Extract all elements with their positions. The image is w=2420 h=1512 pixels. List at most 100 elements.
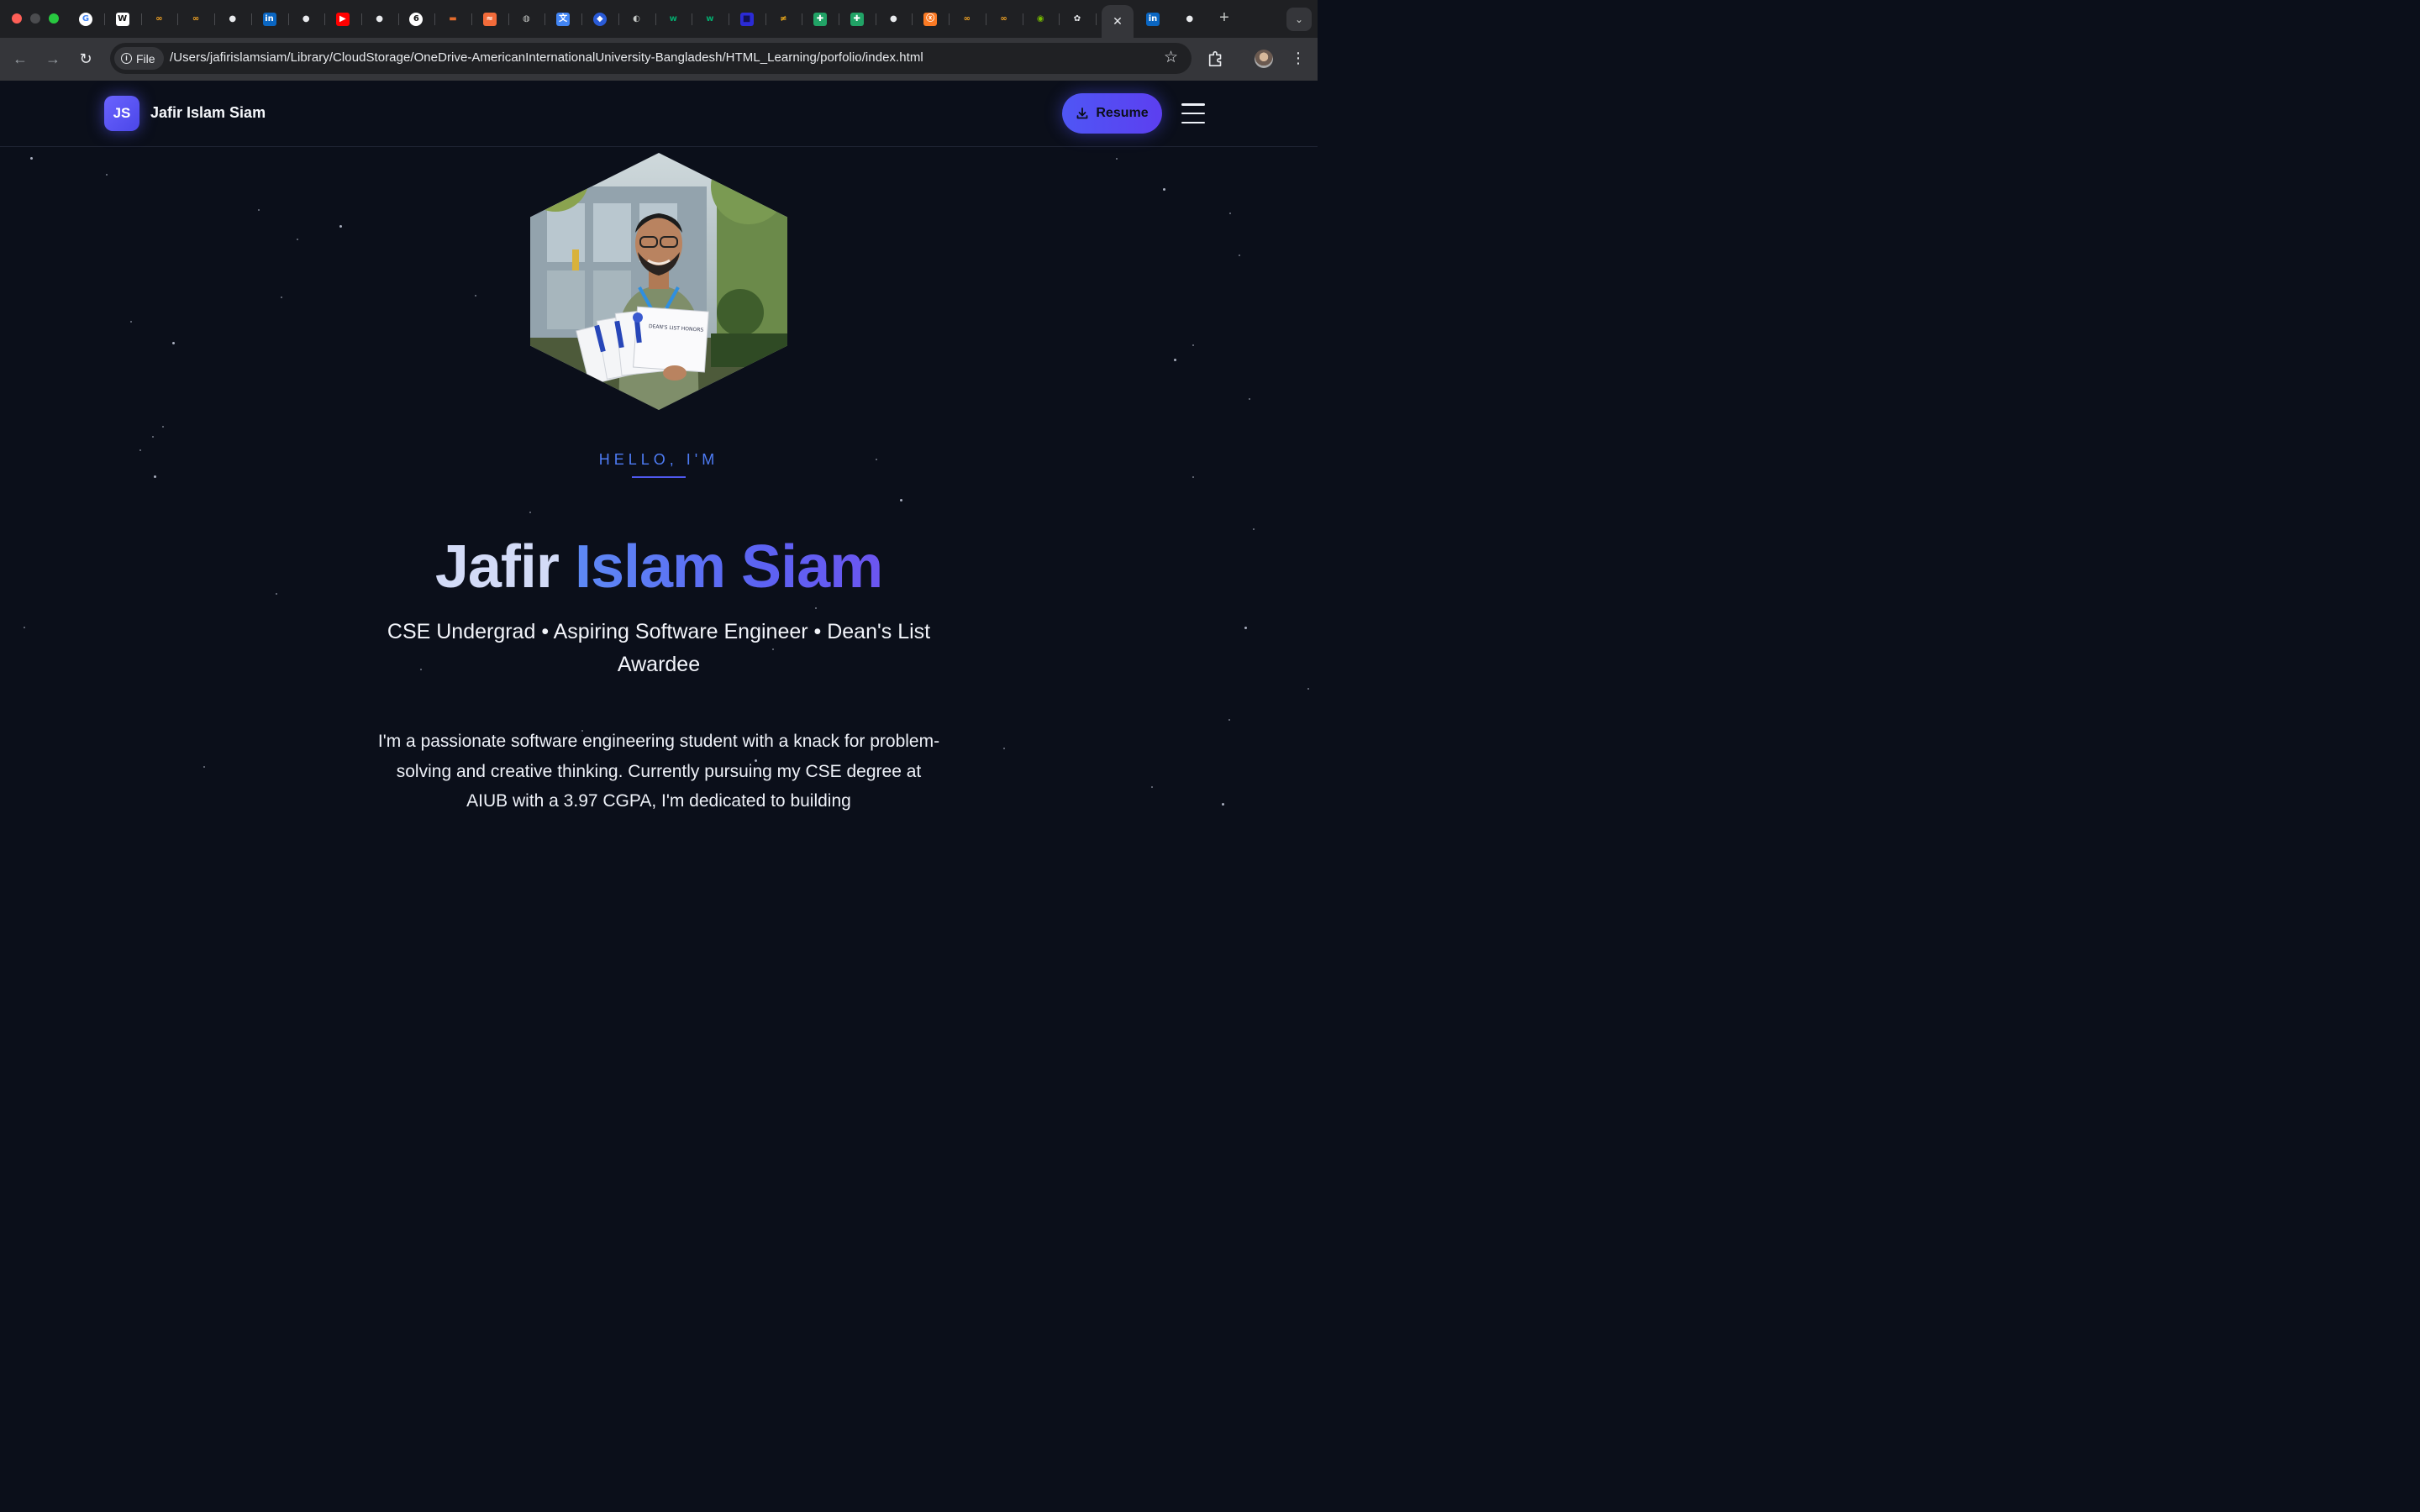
download-icon	[1076, 108, 1088, 119]
browser-tab[interactable]: w	[655, 7, 692, 32]
browser-tab[interactable]: ●	[214, 7, 251, 32]
browser-tab[interactable]: ▬	[434, 7, 471, 32]
browser-tab[interactable]: ●	[287, 7, 324, 32]
star-dot	[1151, 786, 1153, 788]
window-close-button[interactable]	[12, 13, 22, 24]
star-dot	[1192, 344, 1194, 346]
hero-name-first: Jafir	[434, 533, 560, 601]
star-dot	[1228, 719, 1230, 721]
star-dot	[1003, 748, 1005, 749]
active-tab[interactable]: ✕	[1102, 5, 1134, 38]
browser-tab[interactable]: G	[67, 7, 104, 32]
star-dot	[1174, 359, 1176, 361]
infinity-icon: ∞	[963, 14, 971, 24]
star-dot	[815, 607, 817, 609]
greeting-underline	[632, 476, 686, 478]
browser-tab[interactable]: ✚	[839, 7, 876, 32]
browser-tab[interactable]: ✚	[802, 7, 839, 32]
new-tab-button[interactable]: +	[1216, 9, 1233, 26]
star-dot	[1163, 188, 1165, 191]
sheets-icon: ✚	[813, 13, 827, 26]
resume-button[interactable]: Resume	[1062, 93, 1162, 134]
browser-tab[interactable]: in	[251, 7, 288, 32]
star-dot	[1253, 528, 1255, 530]
logo-badge[interactable]: JS	[104, 96, 139, 131]
page-viewport: JS Jafir Islam Siam Resume DEAN'S LIST H…	[0, 81, 1318, 823]
star-dot	[30, 157, 33, 160]
browser-menu-icon[interactable]: ⋮	[1291, 47, 1306, 69]
browser-tab[interactable]: ▶	[324, 7, 361, 32]
greeting-label: HELLO, I'M	[598, 451, 719, 468]
browser-tab[interactable]: ∞	[986, 7, 1023, 32]
browser-tab[interactable]: ◐	[618, 7, 655, 32]
square-logo-icon: ■	[739, 13, 754, 26]
browser-tab[interactable]: ∞	[949, 7, 986, 32]
url-text[interactable]: /Users/jafirislamsiam/Library/CloudStora…	[170, 50, 923, 65]
star-dot	[1222, 803, 1224, 806]
reload-button[interactable]: ↻	[76, 49, 96, 69]
star-dot	[258, 209, 260, 211]
star-dot	[1239, 255, 1240, 256]
tab-separator	[1095, 13, 1097, 25]
star-dot	[152, 436, 154, 438]
browser-tab[interactable]: W	[104, 7, 141, 32]
star-dot	[1307, 688, 1309, 690]
star-dot	[339, 225, 342, 228]
bookmark-star-icon[interactable]: ☆	[1164, 48, 1178, 67]
star-dot	[1244, 627, 1247, 629]
chatgpt-icon: ✿	[1073, 14, 1081, 24]
github-icon: ●	[1186, 14, 1194, 24]
sheets-icon: ✚	[850, 13, 864, 26]
back-button[interactable]: ←	[10, 49, 30, 69]
wave-icon: ≈	[482, 13, 497, 26]
hamburger-menu-icon[interactable]	[1181, 103, 1205, 123]
browser-tab[interactable]: ∞	[177, 7, 214, 32]
shield-icon: ◆	[592, 13, 607, 26]
site-info-chip[interactable]: i File	[114, 47, 164, 70]
forward-button[interactable]: →	[43, 49, 63, 69]
translate-icon: 文	[556, 13, 571, 26]
star-dot	[203, 766, 205, 768]
globe-icon: ◍	[523, 14, 530, 24]
site-info-label: File	[136, 51, 155, 66]
star-dot	[529, 512, 531, 513]
browser-tab[interactable]: ◉	[1022, 7, 1059, 32]
browser-tab[interactable]: 文	[544, 7, 581, 32]
extensions-puzzle-icon[interactable]	[1207, 49, 1225, 67]
browser-tab[interactable]: ≈	[471, 7, 508, 32]
star-dot	[154, 475, 156, 478]
window-minimize-button[interactable]	[30, 13, 40, 24]
browser-tab[interactable]: ◍	[508, 7, 544, 32]
browser-tab[interactable]: in	[1134, 7, 1171, 32]
chat-icon: ◐	[633, 14, 640, 24]
tab-search-button[interactable]: ⌄	[1286, 8, 1312, 31]
infinity-icon: ∞	[155, 14, 163, 24]
hero-name-rest: Islam Siam	[574, 533, 883, 601]
slash-logo-icon: ≠	[780, 14, 787, 24]
browser-tab[interactable]: w	[692, 7, 729, 32]
browser-tab[interactable]: 6	[397, 7, 434, 32]
browser-tab[interactable]: ⓧ	[912, 7, 949, 32]
browser-tab[interactable]: ≠	[765, 7, 802, 32]
browser-tab[interactable]: ●	[361, 7, 398, 32]
browser-tab[interactable]: ✿	[1059, 7, 1096, 32]
browser-tab[interactable]: ∞	[140, 7, 177, 32]
browser-tab[interactable]: ●	[1171, 7, 1208, 32]
refresh-circle-icon: 6	[409, 13, 424, 26]
browser-tab[interactable]: ■	[729, 7, 765, 32]
infinity-icon: ∞	[192, 14, 200, 24]
github-icon: ●	[890, 14, 897, 24]
browser-tab[interactable]: ◆	[581, 7, 618, 32]
linkedin-icon: in	[1146, 13, 1160, 26]
github-icon: ●	[376, 14, 383, 24]
star-dot	[1229, 213, 1231, 214]
address-bar[interactable]: i File /Users/jafirislamsiam/Library/Clo…	[110, 43, 1192, 74]
close-tab-icon[interactable]: ✕	[1113, 14, 1123, 29]
profile-avatar[interactable]	[1255, 50, 1273, 68]
window-zoom-button[interactable]	[49, 13, 59, 24]
github-icon: ●	[302, 14, 310, 24]
browser-tab[interactable]: ●	[875, 7, 912, 32]
site-name[interactable]: Jafir Islam Siam	[150, 104, 266, 122]
w3schools-icon: w	[669, 14, 677, 24]
star-dot	[1192, 476, 1194, 478]
